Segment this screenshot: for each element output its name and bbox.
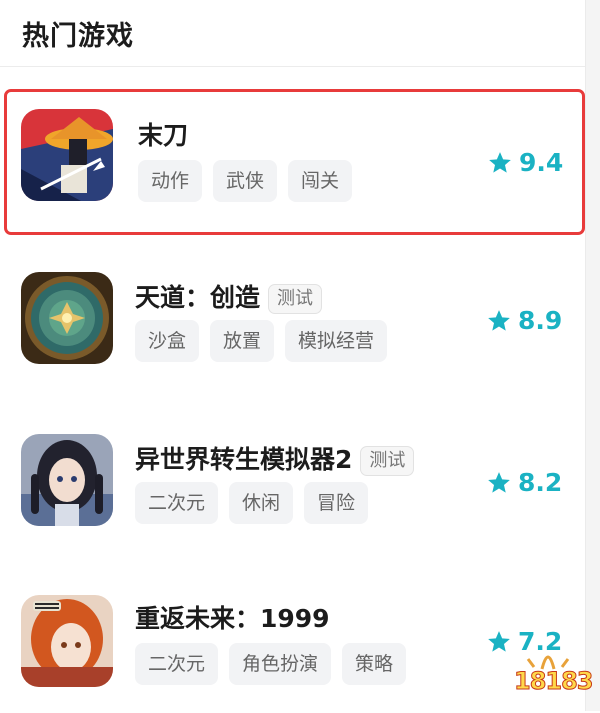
test-badge: 测试 (268, 284, 323, 314)
tag[interactable]: 放置 (210, 320, 275, 362)
tag[interactable]: 策略 (342, 643, 407, 685)
rating: 8.9 (486, 306, 562, 335)
game-name-text: 异世界转生模拟器2 (135, 445, 353, 474)
rating-value: 8.2 (518, 468, 563, 497)
tag-list: 动作 武侠 闯关 (138, 160, 353, 202)
game-row-yishijie[interactable]: 异世界转生模拟器2 测试 二次元 休闲 冒险 8.2 (0, 432, 586, 552)
star-icon (488, 630, 510, 652)
rating: 9.4 (487, 148, 563, 177)
watermark-text: 18183 (514, 667, 594, 696)
scroll-edge (585, 0, 600, 711)
tag[interactable]: 角色扮演 (229, 643, 332, 685)
game-name[interactable]: 异世界转生模拟器2 测试 (135, 440, 415, 476)
test-badge: 测试 (360, 446, 415, 476)
tag[interactable]: 模拟经营 (285, 320, 388, 362)
star-icon (489, 151, 511, 173)
rating-value: 8.9 (518, 306, 563, 335)
tag-list: 沙盒 放置 模拟经营 (135, 320, 388, 362)
tag[interactable]: 休闲 (229, 482, 294, 524)
tag[interactable]: 武侠 (213, 160, 278, 202)
star-icon (488, 309, 510, 331)
18183-logo: 18183 (512, 643, 594, 701)
rating: 8.2 (486, 468, 562, 497)
game-row-reverse1999[interactable]: 重返未来：1999 二次元 角色扮演 策略 7.2 (0, 593, 586, 713)
star-icon (488, 471, 510, 493)
game-name[interactable]: 末刀 (138, 116, 188, 152)
anime-girl-icon (21, 434, 113, 526)
tag-list: 二次元 休闲 冒险 (135, 482, 369, 524)
game-name[interactable]: 重返未来：1999 (135, 599, 330, 635)
game-name-text: 天道：创造 (135, 283, 261, 312)
section-header: 热门游戏 (0, 0, 600, 67)
tag[interactable]: 冒险 (304, 482, 369, 524)
tag[interactable]: 闯关 (288, 160, 353, 202)
section-title: 热门游戏 (22, 21, 134, 52)
game-row-modao[interactable]: 末刀 动作 武侠 闯关 9.4 (4, 89, 585, 235)
anime-redhead-icon (21, 595, 113, 687)
tag[interactable]: 动作 (138, 160, 203, 202)
rating-value: 9.4 (519, 148, 564, 177)
tag[interactable]: 沙盒 (135, 320, 200, 362)
compass-mandala-icon (21, 272, 113, 364)
game-name[interactable]: 天道：创造 测试 (135, 278, 323, 314)
game-name-text: 末刀 (138, 121, 189, 150)
samurai-game-icon (21, 109, 113, 201)
tag[interactable]: 二次元 (135, 482, 219, 524)
tag-list: 二次元 角色扮演 策略 (135, 643, 407, 685)
game-name-text: 重返未来：1999 (135, 604, 330, 633)
game-row-tiandao[interactable]: 天道：创造 测试 沙盒 放置 模拟经营 8.9 (0, 268, 586, 388)
tag[interactable]: 二次元 (135, 643, 219, 685)
